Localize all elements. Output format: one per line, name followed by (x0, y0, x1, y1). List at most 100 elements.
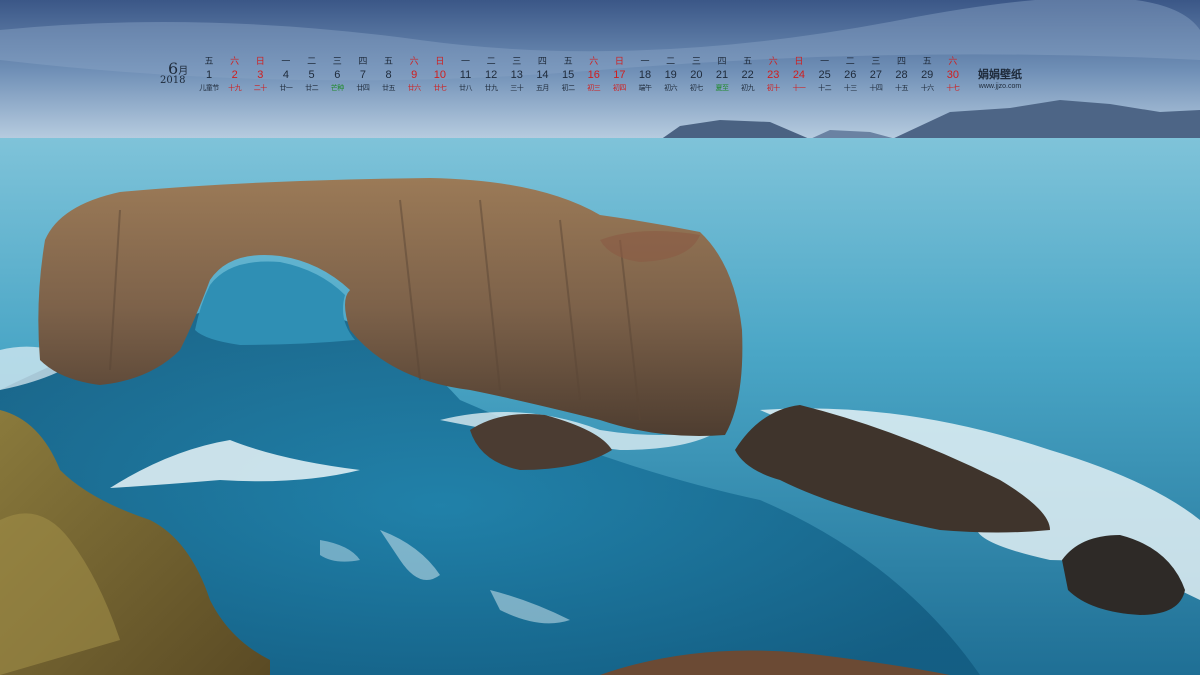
day-number: 21 (715, 69, 729, 81)
day-number: 7 (359, 69, 366, 81)
day-number: 3 (257, 69, 264, 81)
day-number: 23 (767, 69, 780, 81)
calendar-day: 一 18 端午 (632, 56, 658, 95)
weekday-label: 四 (358, 57, 368, 67)
calendar-day: 六 2 十九 (222, 56, 248, 95)
lunar-date: 初七 (689, 84, 704, 92)
day-number: 18 (638, 69, 652, 81)
weekday-label: 日 (255, 57, 265, 67)
weekday-label: 五 (563, 57, 573, 67)
lunar-date: 端午 (638, 84, 653, 92)
lunar-date: 廿六 (407, 84, 422, 92)
calendar-day: 日 17 初四 (606, 56, 632, 95)
calendar-day: 四 14 五月 (529, 56, 555, 95)
calendar-day: 一 4 廿一 (273, 56, 299, 95)
calendar-day: 一 25 十二 (812, 56, 838, 95)
weekday-label: 五 (743, 57, 753, 67)
day-number: 8 (385, 69, 392, 81)
lunar-date: 初九 (741, 84, 755, 92)
lunar-date: 初二 (561, 84, 576, 92)
calendar-year: 2018 (160, 75, 186, 86)
day-number: 6 (334, 69, 341, 81)
lunar-date: 十二 (818, 84, 832, 92)
calendar-day: 二 19 初六 (658, 56, 684, 95)
calendar-day: 日 3 二十 (247, 56, 273, 95)
lunar-date: 十七 (946, 84, 960, 92)
day-number: 11 (459, 69, 472, 81)
day-number: 16 (587, 69, 600, 81)
lunar-date: 二十 (253, 84, 268, 92)
weekday-label: 二 (486, 57, 496, 67)
calendar-strip: 6月 2018 五 1 儿童节六 2 十九日 3 二十一 4 廿一二 5 廿二三 6 芒种四 7 廿四五 8 廿… (160, 56, 1030, 96)
weekday-label: 五 (922, 57, 932, 67)
calendar-day: 六 16 初三 (581, 56, 607, 95)
weekday-label: 一 (820, 57, 830, 67)
weekday-label: 三 (332, 57, 342, 67)
lunar-date: 初十 (766, 84, 781, 92)
calendar-day: 五 29 十六 (914, 56, 940, 95)
weekday-label: 六 (768, 57, 778, 67)
calendar-day: 三 13 三十 (504, 56, 530, 95)
calendar-day: 六 23 初十 (760, 56, 786, 95)
day-number: 10 (433, 69, 446, 81)
calendar-day: 五 22 初九 (735, 56, 761, 95)
wallpaper: 6月 2018 五 1 儿童节六 2 十九日 3 二十一 4 廿一二 5 廿二三 6 芒种四 7 廿四五 8 廿… (0, 0, 1200, 675)
weekday-label: 六 (409, 57, 419, 67)
calendar-day: 四 7 廿四 (350, 56, 376, 95)
calendar-day: 三 27 十四 (863, 56, 889, 95)
weekday-label: 二 (666, 57, 676, 67)
weekday-label: 二 (307, 57, 317, 67)
lunar-date: 十四 (869, 84, 883, 92)
weekday-label: 六 (948, 57, 958, 67)
day-number: 24 (792, 69, 806, 81)
lunar-date: 初六 (664, 84, 678, 92)
lunar-date: 廿一 (279, 84, 293, 92)
day-number: 30 (946, 69, 959, 81)
brand-logo: 娟娟壁纸 www.jjzo.com (970, 68, 1030, 92)
calendar-day: 六 30 十七 (940, 56, 966, 95)
weekday-label: 一 (460, 57, 470, 67)
calendar-day: 二 26 十三 (837, 56, 863, 95)
day-number: 17 (613, 69, 626, 81)
lunar-date: 初四 (612, 84, 627, 92)
day-number: 5 (308, 69, 315, 81)
calendar-day: 日 10 廿七 (427, 56, 453, 95)
day-number: 1 (205, 69, 213, 81)
calendar-day: 五 8 廿五 (376, 56, 402, 95)
calendar-day: 五 15 初二 (555, 56, 581, 95)
lunar-date: 十六 (920, 84, 935, 92)
day-number: 20 (690, 69, 703, 81)
lunar-date: 十五 (895, 84, 909, 92)
lunar-date: 儿童节 (199, 84, 219, 92)
day-number: 9 (411, 69, 418, 81)
brand-name: 娟娟壁纸 (978, 68, 1022, 81)
calendar-day: 四 21 夏至 (709, 56, 735, 95)
day-number: 15 (561, 69, 575, 81)
weekday-label: 日 (614, 57, 624, 67)
lunar-date: 初三 (587, 84, 601, 92)
lunar-date: 廿九 (484, 84, 499, 92)
brand-url: www.jjzo.com (978, 83, 1022, 90)
day-number: 26 (844, 69, 857, 81)
weekday-label: 三 (691, 57, 701, 67)
weekday-label: 四 (537, 57, 547, 67)
day-number: 12 (485, 69, 498, 81)
day-number: 19 (664, 69, 677, 81)
lunar-date: 夏至 (715, 84, 730, 92)
calendar-day: 二 5 廿二 (299, 56, 325, 95)
lunar-date: 廿五 (382, 84, 396, 92)
weekday-label: 日 (794, 57, 804, 67)
weekday-label: 四 (897, 57, 907, 67)
day-number: 29 (921, 69, 934, 81)
day-number: 22 (741, 69, 754, 81)
lunar-date: 廿二 (305, 84, 319, 92)
day-number: 27 (869, 69, 883, 81)
weekday-label: 三 (871, 57, 881, 67)
weekday-label: 日 (435, 57, 445, 67)
calendar-day: 二 12 廿九 (478, 56, 504, 95)
day-number: 2 (231, 69, 238, 81)
weekday-label: 二 (845, 57, 855, 67)
day-number: 4 (282, 69, 289, 81)
day-number: 13 (510, 69, 523, 81)
lunar-date: 廿八 (459, 84, 473, 92)
